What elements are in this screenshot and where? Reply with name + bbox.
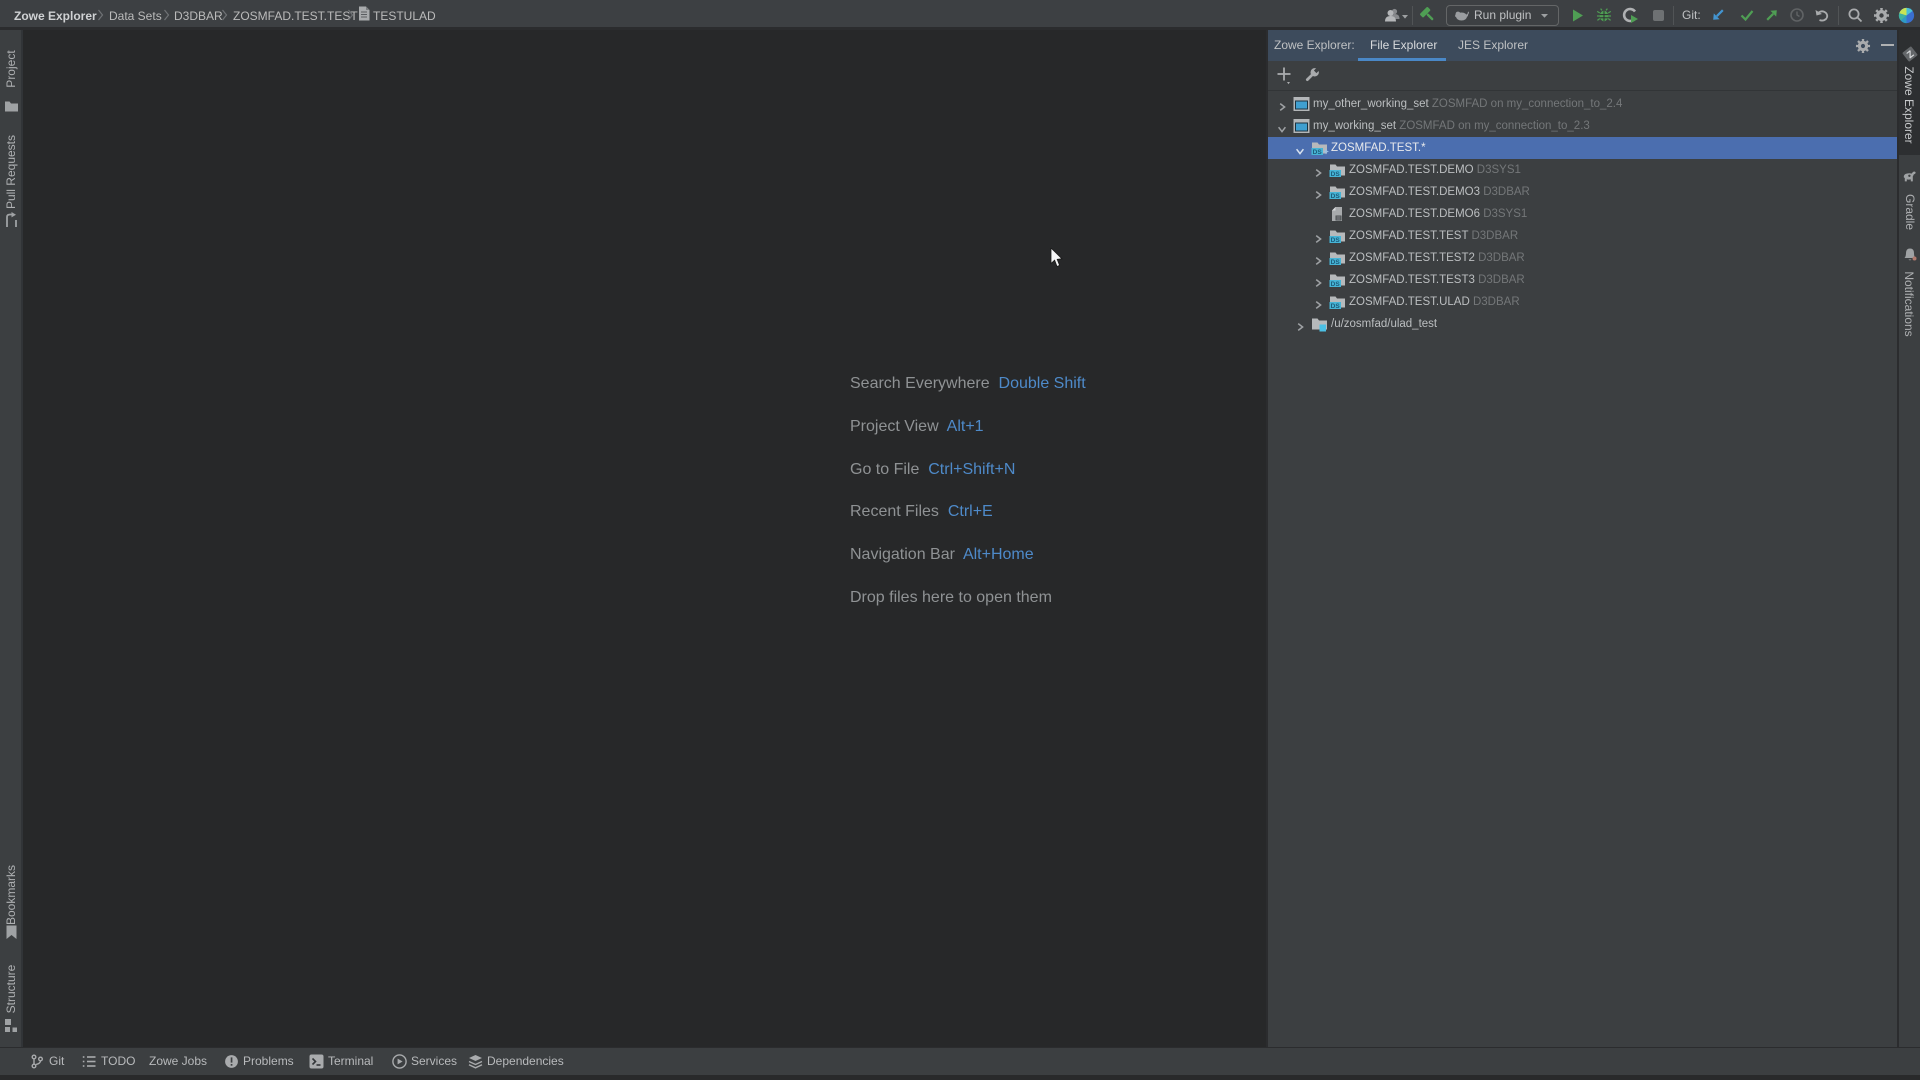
svg-text:DS: DS bbox=[1331, 193, 1341, 200]
svg-text:DS: DS bbox=[1331, 259, 1341, 266]
svg-text:DS: DS bbox=[1331, 171, 1341, 178]
svg-text:DS: DS bbox=[1331, 303, 1341, 310]
svg-text:DS: DS bbox=[1313, 149, 1323, 156]
svg-text:DS: DS bbox=[1331, 237, 1341, 244]
svg-text:DS: DS bbox=[1331, 281, 1341, 288]
